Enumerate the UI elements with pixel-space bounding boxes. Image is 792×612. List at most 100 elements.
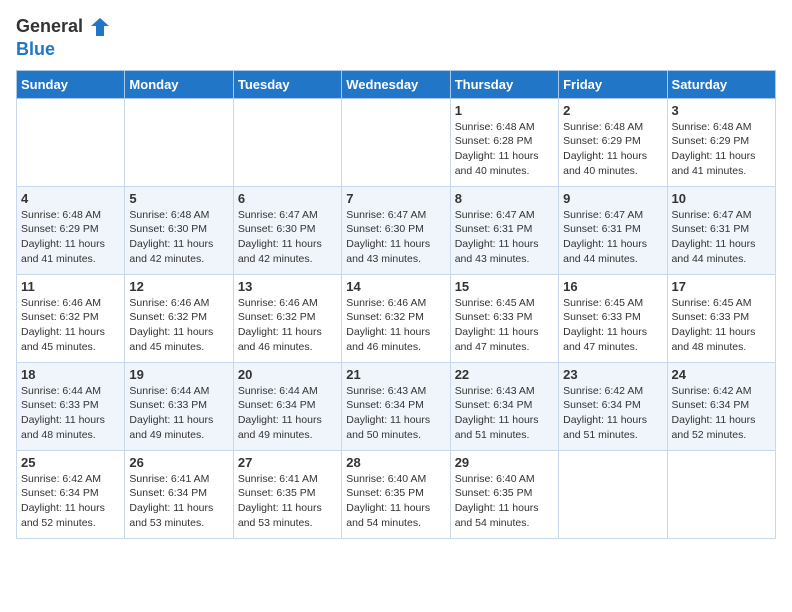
calendar-cell: 7Sunrise: 6:47 AM Sunset: 6:30 PM Daylig… — [342, 186, 450, 274]
calendar-cell: 11 Sunrise: 6:46 AM Sunset: 6:32 PM Dayli… — [17, 274, 125, 362]
day-number: 14 — [346, 279, 445, 294]
day-number: 25 — [21, 455, 120, 470]
calendar-cell: 24Sunrise: 6:42 AM Sunset: 6:34 PM Dayli… — [667, 362, 775, 450]
cell-info: Sunrise: 6:45 AM Sunset: 6:33 PM Dayligh… — [455, 296, 554, 355]
day-number: 13 — [238, 279, 337, 294]
week-row-3: 18 Sunrise: 6:44 AM Sunset: 6:33 PM Dayli… — [17, 362, 776, 450]
calendar-cell: 18 Sunrise: 6:44 AM Sunset: 6:33 PM Dayli… — [17, 362, 125, 450]
cell-info: Sunrise: 6:48 AM Sunset: 6:29 PM Dayligh… — [563, 120, 662, 179]
cell-info: Sunrise: 6:41 AM Sunset: 6:35 PM Dayligh… — [238, 472, 337, 531]
calendar-cell: 8 Sunrise: 6:47 AM Sunset: 6:31 PM Daylig… — [450, 186, 558, 274]
day-header-tuesday: Tuesday — [233, 70, 341, 98]
cell-info: Sunrise: 6:46 AM Sunset: 6:32 PM Dayligh… — [346, 296, 445, 355]
days-row: SundayMondayTuesdayWednesdayThursdayFrid… — [17, 70, 776, 98]
calendar-body: 1 Sunrise: 6:48 AM Sunset: 6:28 PM Daylig… — [17, 98, 776, 538]
calendar-cell — [559, 450, 667, 538]
calendar-cell: 4 Sunrise: 6:48 AM Sunset: 6:29 PM Daylig… — [17, 186, 125, 274]
day-number: 3 — [672, 103, 771, 118]
cell-info: Sunrise: 6:47 AM Sunset: 6:31 PM Dayligh… — [672, 208, 771, 267]
cell-info: Sunrise: 6:47 AM Sunset: 6:30 PM Dayligh… — [238, 208, 337, 267]
week-row-1: 4 Sunrise: 6:48 AM Sunset: 6:29 PM Daylig… — [17, 186, 776, 274]
calendar-cell — [17, 98, 125, 186]
calendar-cell — [342, 98, 450, 186]
day-number: 9 — [563, 191, 662, 206]
cell-info: Sunrise: 6:47 AM Sunset: 6:31 PM Dayligh… — [455, 208, 554, 267]
calendar-table: SundayMondayTuesdayWednesdayThursdayFrid… — [16, 70, 776, 539]
calendar-cell: 10 Sunrise: 6:47 AM Sunset: 6:31 PM Dayli… — [667, 186, 775, 274]
cell-info: Sunrise: 6:48 AM Sunset: 6:28 PM Dayligh… — [455, 120, 554, 179]
cell-info: Sunrise: 6:42 AM Sunset: 6:34 PM Dayligh… — [21, 472, 120, 531]
day-number: 8 — [455, 191, 554, 206]
calendar-cell: 20 Sunrise: 6:44 AM Sunset: 6:34 PM Dayli… — [233, 362, 341, 450]
calendar-cell: 12Sunrise: 6:46 AM Sunset: 6:32 PM Dayli… — [125, 274, 233, 362]
logo-wordmark: General Blue — [16, 16, 111, 60]
day-header-sunday: Sunday — [17, 70, 125, 98]
day-number: 24 — [672, 367, 771, 382]
calendar-cell: 27Sunrise: 6:41 AM Sunset: 6:35 PM Dayli… — [233, 450, 341, 538]
cell-info: Sunrise: 6:48 AM Sunset: 6:30 PM Dayligh… — [129, 208, 228, 267]
logo-general-text: General — [16, 16, 83, 36]
calendar-cell: 1 Sunrise: 6:48 AM Sunset: 6:28 PM Daylig… — [450, 98, 558, 186]
cell-info: Sunrise: 6:46 AM Sunset: 6:32 PM Dayligh… — [21, 296, 120, 355]
calendar-cell: 9 Sunrise: 6:47 AM Sunset: 6:31 PM Daylig… — [559, 186, 667, 274]
logo-blue-text: Blue — [16, 39, 55, 59]
cell-info: Sunrise: 6:44 AM Sunset: 6:33 PM Dayligh… — [129, 384, 228, 443]
day-number: 16 — [563, 279, 662, 294]
cell-info: Sunrise: 6:44 AM Sunset: 6:33 PM Dayligh… — [21, 384, 120, 443]
calendar-cell: 5 Sunrise: 6:48 AM Sunset: 6:30 PM Daylig… — [125, 186, 233, 274]
day-number: 18 — [21, 367, 120, 382]
day-number: 1 — [455, 103, 554, 118]
cell-info: Sunrise: 6:40 AM Sunset: 6:35 PM Dayligh… — [346, 472, 445, 531]
calendar-header: SundayMondayTuesdayWednesdayThursdayFrid… — [17, 70, 776, 98]
day-number: 21 — [346, 367, 445, 382]
day-header-friday: Friday — [559, 70, 667, 98]
calendar-cell: 6 Sunrise: 6:47 AM Sunset: 6:30 PM Daylig… — [233, 186, 341, 274]
cell-info: Sunrise: 6:47 AM Sunset: 6:31 PM Dayligh… — [563, 208, 662, 267]
day-number: 20 — [238, 367, 337, 382]
day-number: 15 — [455, 279, 554, 294]
cell-info: Sunrise: 6:45 AM Sunset: 6:33 PM Dayligh… — [672, 296, 771, 355]
day-number: 19 — [129, 367, 228, 382]
week-row-2: 11 Sunrise: 6:46 AM Sunset: 6:32 PM Dayli… — [17, 274, 776, 362]
calendar-cell: 25 Sunrise: 6:42 AM Sunset: 6:34 PM Dayli… — [17, 450, 125, 538]
calendar-cell: 23 Sunrise: 6:42 AM Sunset: 6:34 PM Dayli… — [559, 362, 667, 450]
calendar-cell: 21 Sunrise: 6:43 AM Sunset: 6:34 PM Dayli… — [342, 362, 450, 450]
cell-info: Sunrise: 6:48 AM Sunset: 6:29 PM Dayligh… — [672, 120, 771, 179]
calendar-cell: 29Sunrise: 6:40 AM Sunset: 6:35 PM Dayli… — [450, 450, 558, 538]
cell-info: Sunrise: 6:43 AM Sunset: 6:34 PM Dayligh… — [346, 384, 445, 443]
day-number: 5 — [129, 191, 228, 206]
calendar-cell: 2 Sunrise: 6:48 AM Sunset: 6:29 PM Daylig… — [559, 98, 667, 186]
day-number: 7 — [346, 191, 445, 206]
calendar-cell: 15 Sunrise: 6:45 AM Sunset: 6:33 PM Dayli… — [450, 274, 558, 362]
calendar-cell: 3 Sunrise: 6:48 AM Sunset: 6:29 PM Daylig… — [667, 98, 775, 186]
calendar-cell — [233, 98, 341, 186]
day-header-saturday: Saturday — [667, 70, 775, 98]
logo: General Blue — [16, 16, 111, 60]
cell-info: Sunrise: 6:46 AM Sunset: 6:32 PM Dayligh… — [129, 296, 228, 355]
day-header-wednesday: Wednesday — [342, 70, 450, 98]
day-number: 4 — [21, 191, 120, 206]
week-row-4: 25 Sunrise: 6:42 AM Sunset: 6:34 PM Dayli… — [17, 450, 776, 538]
calendar-cell: 19 Sunrise: 6:44 AM Sunset: 6:33 PM Dayli… — [125, 362, 233, 450]
cell-info: Sunrise: 6:42 AM Sunset: 6:34 PM Dayligh… — [563, 384, 662, 443]
calendar-cell: 28Sunrise: 6:40 AM Sunset: 6:35 PM Dayli… — [342, 450, 450, 538]
cell-info: Sunrise: 6:44 AM Sunset: 6:34 PM Dayligh… — [238, 384, 337, 443]
day-number: 17 — [672, 279, 771, 294]
day-number: 10 — [672, 191, 771, 206]
cell-info: Sunrise: 6:48 AM Sunset: 6:29 PM Dayligh… — [21, 208, 120, 267]
day-number: 26 — [129, 455, 228, 470]
calendar-cell: 14 Sunrise: 6:46 AM Sunset: 6:32 PM Dayli… — [342, 274, 450, 362]
day-header-thursday: Thursday — [450, 70, 558, 98]
day-number: 11 — [21, 279, 120, 294]
calendar-cell: 13 Sunrise: 6:46 AM Sunset: 6:32 PM Dayli… — [233, 274, 341, 362]
day-number: 23 — [563, 367, 662, 382]
cell-info: Sunrise: 6:45 AM Sunset: 6:33 PM Dayligh… — [563, 296, 662, 355]
calendar-cell: 22Sunrise: 6:43 AM Sunset: 6:34 PM Dayli… — [450, 362, 558, 450]
day-number: 6 — [238, 191, 337, 206]
calendar-cell: 17 Sunrise: 6:45 AM Sunset: 6:33 PM Dayli… — [667, 274, 775, 362]
cell-info: Sunrise: 6:46 AM Sunset: 6:32 PM Dayligh… — [238, 296, 337, 355]
cell-info: Sunrise: 6:41 AM Sunset: 6:34 PM Dayligh… — [129, 472, 228, 531]
day-number: 2 — [563, 103, 662, 118]
calendar-cell — [667, 450, 775, 538]
cell-info: Sunrise: 6:40 AM Sunset: 6:35 PM Dayligh… — [455, 472, 554, 531]
